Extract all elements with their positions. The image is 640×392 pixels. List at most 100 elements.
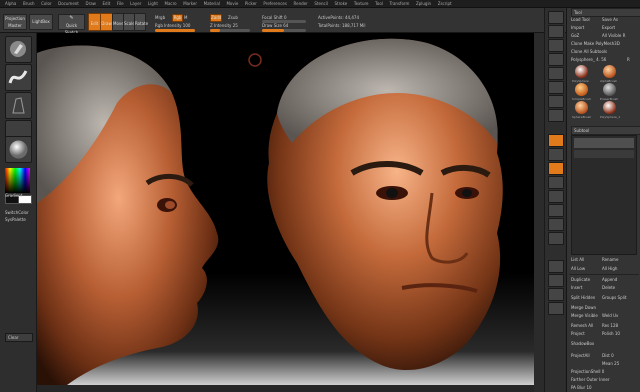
alpha-selector[interactable] — [5, 92, 32, 119]
menu-zplugin[interactable]: Zplugin — [416, 0, 431, 7]
groups-split-button[interactable]: Groups Split — [602, 295, 626, 300]
polysphere-thumb[interactable] — [575, 65, 588, 78]
list-all-button[interactable]: List All — [571, 256, 602, 263]
save-as-button[interactable]: Save As — [602, 17, 618, 22]
z-intensity-slider[interactable] — [210, 29, 250, 32]
mrgb-toggle[interactable]: Mrgb — [155, 15, 165, 20]
insert-button[interactable]: Insert — [571, 284, 602, 291]
merge-visible-button[interactable]: Merge Visible — [571, 312, 602, 319]
goz-button[interactable]: GoZ — [571, 32, 602, 39]
menu-transform[interactable]: Transform — [389, 0, 409, 7]
uv-button[interactable]: Uv — [613, 313, 618, 318]
make-polymesh-button[interactable]: Make PolyMesh3D — [584, 41, 620, 46]
split-hidden-button[interactable]: Split Hidden — [571, 294, 602, 301]
menu-marker[interactable]: Marker — [183, 0, 197, 7]
menu-light[interactable]: Light — [148, 0, 158, 7]
zadd-toggle[interactable]: Zadd — [210, 14, 222, 22]
switch-color-button[interactable]: SwitchColor — [5, 210, 29, 215]
polyf-button[interactable] — [548, 260, 564, 273]
projection-shell-slider[interactable]: ProjectionShell 0 — [571, 369, 604, 374]
material-selector[interactable] — [5, 136, 32, 163]
polysphere-1-thumb[interactable] — [603, 101, 616, 114]
project-all-button[interactable]: ProjectAll — [571, 352, 602, 359]
merge-down-button[interactable]: Merge Down — [571, 304, 602, 311]
subtool-section-header[interactable]: Subtool — [571, 126, 640, 135]
all-high-button[interactable]: All High — [602, 266, 617, 271]
menu-movie[interactable]: Movie — [226, 0, 238, 7]
spix-button[interactable] — [548, 25, 564, 38]
scroll-button[interactable] — [548, 39, 564, 52]
local-button[interactable] — [548, 134, 564, 147]
spherebrush-thumb[interactable] — [575, 101, 588, 114]
clear-button[interactable]: Clear — [5, 333, 33, 342]
menu-layer[interactable]: Layer — [130, 0, 141, 7]
shadowbox-button[interactable]: ShadowBox — [571, 340, 602, 347]
r-button-2[interactable]: R — [627, 57, 630, 62]
menu-texture[interactable]: Texture — [354, 0, 369, 7]
floor-button[interactable] — [548, 109, 564, 122]
lightbox-button[interactable]: LightBox — [29, 14, 53, 30]
menu-draw[interactable]: Draw — [85, 0, 95, 7]
menu-tool[interactable]: Tool — [375, 0, 383, 7]
lsym-button[interactable] — [548, 148, 564, 161]
xyz-button[interactable] — [548, 162, 564, 175]
stroke-selector[interactable] — [5, 64, 32, 91]
weld-button[interactable]: Weld — [602, 313, 612, 318]
menu-picker[interactable]: Picker — [245, 0, 257, 7]
rgb-toggle[interactable]: Rgb — [172, 14, 183, 22]
actual-button[interactable] — [548, 67, 564, 80]
move-view-button[interactable] — [548, 204, 564, 217]
res-slider[interactable]: Res 128 — [602, 323, 618, 328]
persp-button[interactable] — [548, 95, 564, 108]
menu-stencil[interactable]: Stencil — [314, 0, 328, 7]
brush-selector[interactable] — [5, 36, 32, 63]
menu-zscript[interactable]: Zscript — [438, 0, 452, 7]
rgb-intensity-slider[interactable] — [155, 29, 195, 32]
subtool-list[interactable] — [571, 135, 637, 255]
scale-view-button[interactable] — [548, 218, 564, 231]
load-tool-button[interactable]: Load Tool — [571, 16, 602, 23]
zoom-button[interactable] — [548, 53, 564, 66]
inner-button[interactable]: Inner — [599, 377, 609, 382]
bpr-button[interactable] — [548, 11, 564, 24]
color-picker[interactable] — [5, 168, 30, 193]
menu-document[interactable]: Document — [58, 0, 79, 7]
aahalf-button[interactable] — [548, 81, 564, 94]
xpose-button[interactable] — [548, 302, 564, 315]
outer-button[interactable]: Outer — [587, 377, 598, 382]
draw-size-slider[interactable] — [262, 29, 306, 32]
alternate-button[interactable]: SysPalette — [5, 217, 26, 222]
projection-master-button[interactable]: Projection Master — [3, 14, 27, 30]
gradient-toggle[interactable]: Gradient — [5, 193, 22, 198]
polish-slider[interactable]: Polish 10 — [602, 331, 620, 336]
m-toggle[interactable]: M — [184, 15, 187, 20]
append-button[interactable]: Append — [602, 277, 617, 282]
canvas-scroll-bar[interactable] — [37, 385, 534, 392]
clone-all-subtools-button[interactable]: Clone All Subtools — [571, 48, 637, 55]
eraserbrush-thumb[interactable] — [603, 83, 616, 96]
project-toggle[interactable]: Project — [571, 330, 602, 337]
rotate-button[interactable]: Rotate — [134, 13, 148, 31]
quick-sketch-button[interactable]: ✎ Quick Sketch — [58, 14, 85, 35]
rename-button[interactable]: Rename — [602, 257, 618, 262]
rotate-view-button[interactable] — [548, 176, 564, 189]
all-low-button[interactable]: All Low — [571, 265, 602, 272]
menu-alpha[interactable]: Alpha — [5, 0, 16, 7]
menu-render[interactable]: Render — [294, 0, 308, 7]
dist-slider[interactable]: Dist 0 — [602, 353, 614, 358]
subtool-item-active[interactable] — [574, 138, 634, 148]
farther-button[interactable]: Farther — [571, 377, 585, 382]
all-button[interactable]: All — [602, 33, 607, 38]
transp-button[interactable] — [548, 274, 564, 287]
simplebrush-thumb[interactable] — [575, 83, 588, 96]
pa-blur-slider[interactable]: PA Blur 10 — [571, 385, 592, 390]
zsub-toggle[interactable]: Zsub — [228, 15, 238, 20]
duplicate-button[interactable]: Duplicate — [571, 276, 602, 283]
menu-color[interactable]: Color — [41, 0, 51, 7]
export-button[interactable]: Export — [602, 25, 615, 30]
subtool-item[interactable] — [574, 150, 634, 158]
visible-button[interactable]: Visible — [608, 33, 621, 38]
remesh-all-button[interactable]: Remesh All — [571, 322, 602, 329]
solo-button[interactable] — [548, 288, 564, 301]
menu-macro[interactable]: Macro — [165, 0, 177, 7]
